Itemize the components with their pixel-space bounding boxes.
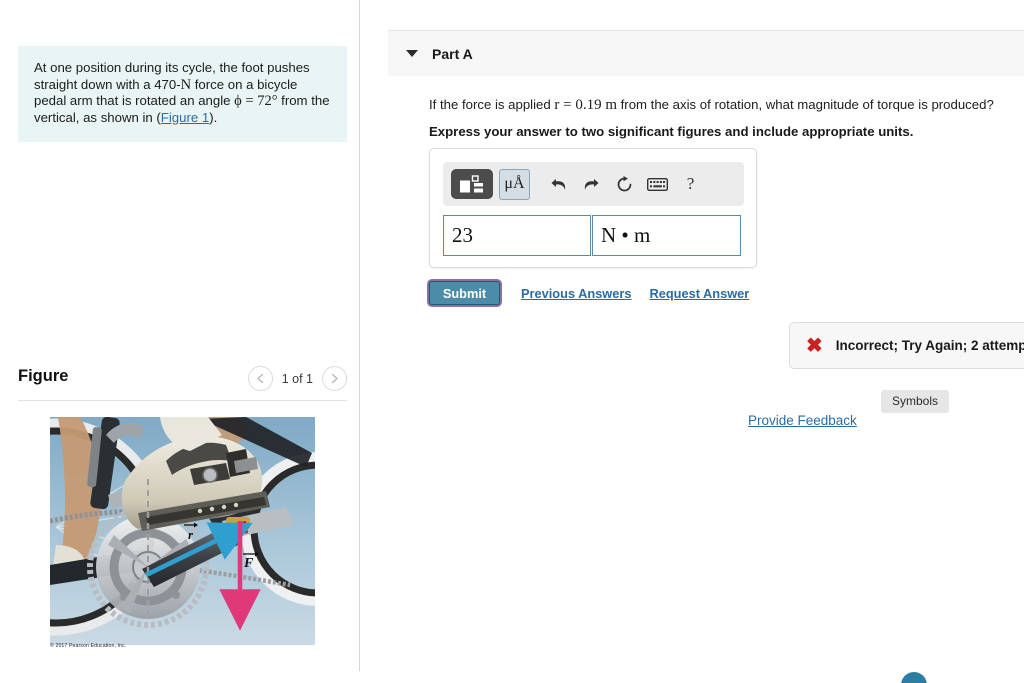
figure-next-button[interactable]	[322, 366, 347, 391]
chevron-right-icon	[330, 373, 339, 384]
caret-down-icon	[406, 50, 418, 57]
question-text-2: from the axis of rotation, what magnitud…	[616, 97, 994, 112]
problem-statement: At one position during its cycle, the fo…	[18, 46, 347, 143]
figure-prev-button[interactable]	[247, 366, 273, 391]
math-template-icon[interactable]	[451, 169, 493, 199]
right-panel: Part A If the force is applied r = 0.19 …	[360, 0, 1024, 683]
bicycle-figure-svg: r F	[50, 417, 315, 645]
left-panel: At one position during its cycle, the fo…	[0, 0, 360, 683]
figure-copyright: © 2017 Pearson Education, Inc.	[50, 643, 127, 649]
figure-header: Figure 1 of 1	[18, 366, 347, 396]
request-answer-link[interactable]: Request Answer	[649, 286, 749, 301]
question-text: If the force is applied r = 0.19 m from …	[429, 96, 1019, 114]
redo-arrow-icon[interactable]	[575, 169, 608, 199]
feedback-banner: ✖ Incorrect; Try Again; 2 attempts remai…	[789, 322, 1024, 369]
reset-circular-arrow-icon[interactable]	[608, 169, 641, 199]
problem-text-4: ).	[209, 109, 218, 125]
provide-feedback-link[interactable]: Provide Feedback	[748, 413, 857, 428]
submit-button[interactable]: Submit	[429, 281, 500, 305]
problem-unit-newton: N	[180, 76, 192, 93]
help-question-icon[interactable]: ?	[674, 169, 707, 199]
help-bubble-icon[interactable]	[901, 672, 927, 683]
answer-fields-row	[443, 215, 741, 256]
chevron-left-icon	[256, 373, 265, 384]
figure-title: Figure	[18, 367, 69, 385]
bicycle-pedal-figure[interactable]: r F	[50, 417, 315, 645]
answer-entry-widget: μÅ ? 23 N • m	[429, 148, 757, 268]
symbols-button[interactable]: Symbols	[881, 390, 950, 413]
question-r-expression: r = 0.19 m	[554, 97, 617, 113]
answer-unit-input[interactable]	[592, 215, 741, 256]
question-text-1: If the force is applied	[429, 97, 555, 112]
answer-toolbar: μÅ ?	[443, 162, 744, 206]
figure-divider	[18, 400, 347, 401]
part-a-header[interactable]: Part A	[388, 30, 1024, 76]
undo-arrow-icon[interactable]	[542, 169, 575, 199]
problem-page: At one position during its cycle, the fo…	[0, 0, 1024, 683]
figure-page-count: 1 of 1	[281, 371, 313, 386]
keyboard-icon[interactable]	[641, 169, 674, 199]
part-a-title: Part A	[432, 45, 473, 62]
figure-pager: 1 of 1	[247, 366, 347, 391]
previous-answers-link[interactable]: Previous Answers	[521, 286, 631, 301]
question-instruction: Express your answer to two significant f…	[429, 124, 914, 139]
units-micro-angstrom-button[interactable]: μÅ	[499, 168, 530, 200]
answer-actions: Submit Previous Answers Request Answer	[429, 281, 749, 305]
figure-1-link[interactable]: Figure 1	[161, 110, 209, 125]
force-vector-label: F	[243, 556, 254, 571]
problem-phi-expression: ϕ = 72°	[234, 93, 278, 110]
x-mark-icon: ✖	[806, 334, 823, 357]
feedback-message: Incorrect; Try Again; 2 attempts remaini…	[835, 338, 1024, 353]
answer-value-input[interactable]	[443, 215, 591, 256]
